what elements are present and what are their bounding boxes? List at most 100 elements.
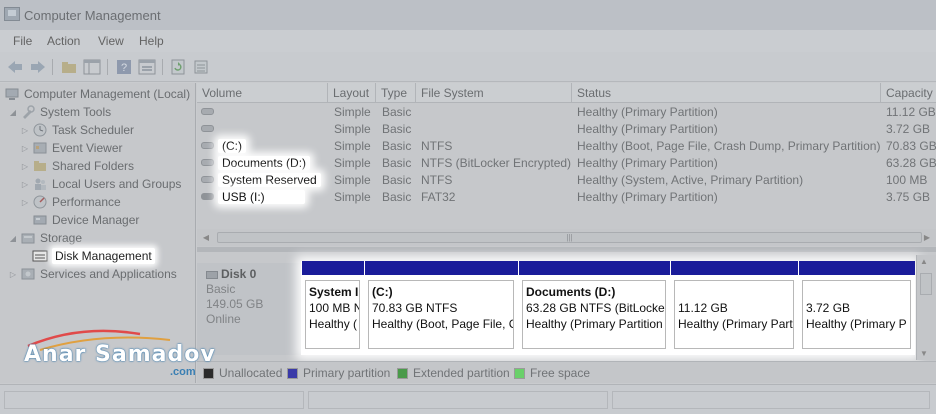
- partition-name: (C:): [372, 285, 393, 299]
- tree-item-label: System Tools: [40, 105, 112, 119]
- up-folder-icon[interactable]: [60, 58, 78, 76]
- expand-arrow-icon[interactable]: ▷: [20, 198, 30, 207]
- legend-swatch: [287, 367, 298, 379]
- scrollbar-thumb[interactable]: |||: [217, 232, 922, 243]
- partition-documents-d[interactable]: Documents (D:) 63.28 GB NTFS (BitLocker …: [518, 261, 670, 355]
- volume-name: USB (I:): [218, 190, 305, 204]
- scroll-left-icon[interactable]: ◀: [199, 231, 213, 244]
- help-icon[interactable]: ?: [115, 58, 133, 76]
- partition-name: [806, 284, 907, 300]
- volume-row[interactable]: Simple Basic Healthy (Primary Partition)…: [197, 104, 936, 121]
- users-icon: [32, 177, 48, 191]
- pane-splitter[interactable]: [197, 247, 936, 252]
- tree-item-performance[interactable]: ▷ Performance: [20, 193, 121, 211]
- properties-icon[interactable]: [138, 58, 156, 76]
- drive-icon: [201, 108, 214, 115]
- expand-arrow-icon[interactable]: ▷: [8, 270, 18, 279]
- status-bar: [0, 384, 936, 414]
- volume-row[interactable]: Simple Basic Healthy (Primary Partition)…: [197, 121, 936, 138]
- column-header-volume[interactable]: Volume: [197, 83, 328, 103]
- tree-item-shared-folders[interactable]: ▷ Shared Folders: [20, 157, 134, 175]
- menu-view[interactable]: View: [98, 34, 124, 48]
- volume-status: Healthy (Boot, Page File, Crash Dump, Pr…: [577, 139, 881, 153]
- partition-status: Healthy (Primary Part: [678, 317, 793, 331]
- disk-view-vertical-scrollbar[interactable]: ▲ ▼: [916, 255, 936, 360]
- tree-item-local-users-and-groups[interactable]: ▷ Local Users and Groups: [20, 175, 181, 193]
- usb-drive-icon: [201, 193, 214, 200]
- volume-row[interactable]: (C:) Simple Basic NTFS Healthy (Boot, Pa…: [197, 138, 936, 155]
- volume-type: Basic: [382, 122, 412, 136]
- expand-arrow-icon[interactable]: ▷: [20, 144, 30, 153]
- column-header-type[interactable]: Type: [376, 83, 416, 103]
- watermark-text: Anar Samadov: [24, 342, 216, 367]
- column-header-file-system[interactable]: File System: [416, 83, 572, 103]
- partition-body: Documents (D:) 63.28 GB NTFS (BitLocker …: [522, 280, 666, 349]
- legend-label: Free space: [530, 366, 591, 380]
- volume-capacity: 3.75 GB: [886, 190, 931, 204]
- disk-management-pane: Volume Layout Type File System Status Ca…: [197, 83, 936, 383]
- storage-icon: [20, 231, 36, 245]
- shared-folder-icon: [32, 159, 48, 173]
- volume-status: Healthy (Primary Partition): [577, 156, 718, 170]
- refresh-icon[interactable]: [169, 58, 187, 76]
- clock-icon: [32, 123, 48, 137]
- volume-row[interactable]: Documents (D:) Simple Basic NTFS (BitLoc…: [197, 155, 936, 172]
- volume-layout: Simple: [334, 122, 371, 136]
- volume-layout: Simple: [334, 156, 371, 170]
- tree-item-task-scheduler[interactable]: ▷ Task Scheduler: [20, 121, 134, 139]
- tree-item-label: Device Manager: [52, 213, 140, 227]
- status-segment: [308, 391, 608, 409]
- expand-arrow-icon[interactable]: ▷: [20, 180, 30, 189]
- collapse-arrow-icon[interactable]: ◢: [8, 234, 18, 243]
- performance-icon: [32, 195, 48, 209]
- legend-swatch: [397, 367, 408, 379]
- expand-arrow-icon[interactable]: ▷: [20, 162, 30, 171]
- expand-arrow-icon[interactable]: ▷: [20, 126, 30, 135]
- menu-action[interactable]: Action: [47, 34, 80, 48]
- scroll-right-icon[interactable]: ▶: [920, 231, 934, 244]
- partition-bar: [364, 261, 518, 275]
- back-arrow-icon[interactable]: [6, 58, 24, 76]
- show-hide-tree-icon[interactable]: [83, 58, 101, 76]
- volume-layout: Simple: [334, 173, 371, 187]
- volume-list-horizontal-scrollbar[interactable]: ◀ ||| ▶: [197, 229, 936, 246]
- tree-item-services-and-applications[interactable]: ▷ Services and Applications: [8, 265, 177, 283]
- volume-row[interactable]: System Reserved Simple Basic NTFS Health…: [197, 172, 936, 189]
- disk-graphical-view: Disk 0 Basic 149.05 GB Online System I 1…: [197, 255, 936, 360]
- collapse-arrow-icon[interactable]: ◢: [8, 108, 18, 117]
- scroll-up-icon[interactable]: ▲: [920, 257, 928, 266]
- partition-status: Healthy (: [309, 317, 358, 331]
- tree-item-label: Computer Management (Local): [24, 87, 191, 101]
- tree-item-system-tools[interactable]: ◢ System Tools: [8, 103, 111, 121]
- partition-status: Healthy (Primary P: [806, 317, 907, 331]
- scroll-down-icon[interactable]: ▼: [920, 349, 928, 358]
- tree-item-device-manager[interactable]: Device Manager: [20, 211, 139, 229]
- volume-status: Healthy (Primary Partition): [577, 105, 718, 119]
- volume-type: Basic: [382, 105, 412, 119]
- column-header-capacity[interactable]: Capacity: [881, 83, 936, 103]
- disk-size: 149.05 GB: [206, 297, 264, 311]
- menu-help[interactable]: Help: [139, 34, 164, 48]
- tree-item-computer-management[interactable]: Computer Management (Local): [2, 85, 190, 103]
- volume-status: Healthy (System, Active, Primary Partiti…: [577, 173, 804, 187]
- toolbar-separator: [52, 59, 53, 75]
- tree-item-storage[interactable]: ◢ Storage: [8, 229, 82, 247]
- partition-system-reserved[interactable]: System I 100 MB N Healthy (: [301, 261, 364, 355]
- volume-type: Basic: [382, 139, 412, 153]
- disk-type: Basic: [206, 282, 236, 296]
- scrollbar-thumb[interactable]: [920, 273, 932, 295]
- tree-item-event-viewer[interactable]: ▷ Event Viewer: [20, 139, 123, 157]
- export-list-icon[interactable]: [192, 58, 210, 76]
- volume-row[interactable]: USB (I:) Simple Basic FAT32 Healthy (Pri…: [197, 189, 936, 206]
- partition-c[interactable]: (C:) 70.83 GB NTFS Healthy (Boot, Page F…: [364, 261, 518, 355]
- column-header-layout[interactable]: Layout: [328, 83, 376, 103]
- partition-body: 11.12 GB Healthy (Primary Part: [674, 280, 794, 349]
- column-header-status[interactable]: Status: [572, 83, 881, 103]
- menu-file[interactable]: File: [13, 34, 32, 48]
- forward-arrow-icon[interactable]: [29, 58, 47, 76]
- status-segment: [4, 391, 304, 409]
- partition-name: System I: [309, 285, 359, 299]
- tree-item-disk-management[interactable]: Disk Management: [20, 247, 155, 265]
- partition-unlabeled-11gb[interactable]: 11.12 GB Healthy (Primary Part: [670, 261, 798, 355]
- partition-unlabeled-3gb[interactable]: 3.72 GB Healthy (Primary P: [798, 261, 915, 355]
